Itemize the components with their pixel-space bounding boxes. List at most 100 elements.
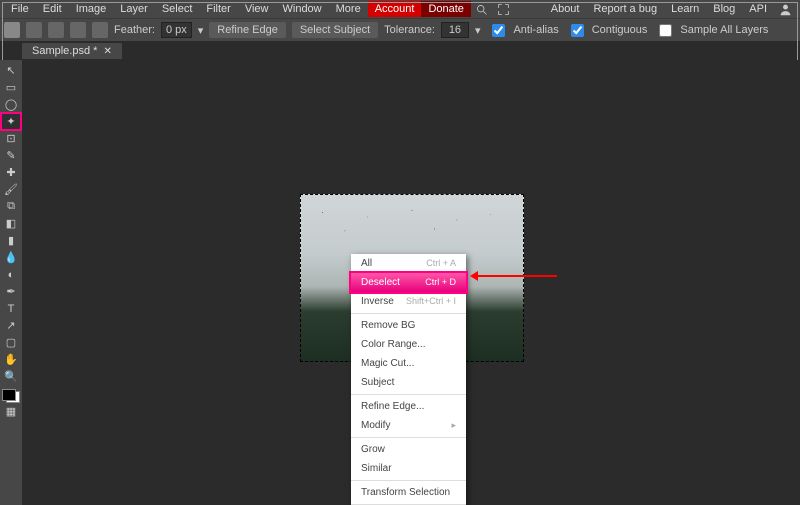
submenu-arrow-icon: ▸ [451,420,456,431]
feather-dropdown-icon[interactable]: ▾ [198,24,204,37]
link-blog[interactable]: Blog [706,1,742,17]
menu-shortcut: Ctrl + A [426,258,456,269]
tab-close-icon[interactable]: ✕ [103,46,111,57]
menu-filter[interactable]: Filter [199,1,237,17]
menu-item-label: Magic Cut... [361,358,414,369]
tool-blur[interactable]: 💧 [1,249,21,266]
tool-lasso[interactable]: ◯ [1,96,21,113]
feather-input[interactable]: 0 px [161,22,192,38]
opt-mode2-icon[interactable] [48,22,64,38]
menu-separator [351,313,466,314]
menu-view[interactable]: View [238,1,276,17]
opt-mode1-icon[interactable] [26,22,42,38]
ctx-subject[interactable]: Subject [351,373,466,392]
ctx-similar[interactable]: Similar [351,459,466,478]
sample-all-label: Sample All Layers [680,24,768,36]
tab-title: Sample.psd * [32,45,97,57]
menu-select[interactable]: Select [155,1,200,17]
tool-pen[interactable]: ✒ [1,283,21,300]
menu-shortcut: Shift+Ctrl + I [406,296,456,307]
link-about[interactable]: About [544,1,587,17]
menu-window[interactable]: Window [276,1,329,17]
tool-zoom[interactable]: 🔍 [1,368,21,385]
user-icon[interactable] [778,2,792,16]
tolerance-label: Tolerance: [384,24,435,36]
menu-donate[interactable]: Donate [421,1,470,17]
menu-item-label: Inverse [361,296,394,307]
tab-bar: Sample.psd * ✕ [0,41,800,61]
menu-item-label: Similar [361,463,392,474]
tool-dodge[interactable]: ◐ [1,266,21,283]
menu-image[interactable]: Image [69,1,114,17]
menu-shortcut: Ctrl + D [425,277,456,288]
feather-label: Feather: [114,24,155,36]
contiguous-checkbox[interactable] [571,24,584,37]
ctx-grow[interactable]: Grow [351,440,466,459]
menu-file[interactable]: File [4,1,36,17]
menu-separator [351,394,466,395]
ctx-remove-bg[interactable]: Remove BG [351,316,466,335]
context-menu: All Ctrl + A Deselect Ctrl + D Inverse Shift+… [351,254,466,505]
menu-item-label: Modify [361,420,390,431]
tool-rect[interactable]: ▢ [1,334,21,351]
menu-item-label: Subject [361,377,394,388]
ctx-inverse[interactable]: Inverse Shift+Ctrl + I [351,292,466,311]
menu-separator [351,480,466,481]
tool-clone[interactable]: ⧉ [1,198,21,215]
tool-path[interactable]: ↗ [1,317,21,334]
tool-brush[interactable]: 🖌 [1,181,21,198]
menu-item-label: Deselect [361,277,400,288]
tolerance-dropdown-icon[interactable]: ▾ [475,24,481,37]
ctx-deselect[interactable]: Deselect Ctrl + D [351,273,466,292]
menu-more[interactable]: More [329,1,368,17]
ctx-color-range-[interactable]: Color Range... [351,335,466,354]
color-swatch[interactable] [2,389,20,403]
menu-item-label: Grow [361,444,385,455]
ctx-all[interactable]: All Ctrl + A [351,254,466,273]
tool-magic-wand[interactable]: ✦ [1,113,21,130]
tool-gradient[interactable]: ▮ [1,232,21,249]
workspace: ↖▭◯✦⊡✎✚🖌⧉◧▮💧◐✒T↗▢✋🔍 ▦ All Ctrl + A Deselect… [0,60,800,505]
menu-item-label: Color Range... [361,339,425,350]
menu-separator [351,437,466,438]
link-api[interactable]: API [742,1,774,17]
opt-mode4-icon[interactable] [92,22,108,38]
menu-account[interactable]: Account [368,1,422,17]
tool-move[interactable]: ↖ [1,62,21,79]
thumbnail-icon[interactable]: ▦ [1,403,21,420]
menu-item-label: Remove BG [361,320,415,331]
tool-type[interactable]: T [1,300,21,317]
fullscreen-icon[interactable] [497,2,511,16]
ctx-transform-selection[interactable]: Transform Selection [351,483,466,502]
menu-edit[interactable]: Edit [36,1,69,17]
toolbox: ↖▭◯✦⊡✎✚🖌⧉◧▮💧◐✒T↗▢✋🔍 ▦ [0,60,22,505]
opt-wand-icon[interactable] [4,22,20,38]
tool-heal[interactable]: ✚ [1,164,21,181]
ctx-magic-cut-[interactable]: Magic Cut... [351,354,466,373]
tolerance-input[interactable]: 16 [441,22,469,38]
annotation-arrow [473,275,557,277]
menu-item-label: Transform Selection [361,487,450,498]
refine-edge-button[interactable]: Refine Edge [209,22,286,38]
search-icon[interactable] [475,2,489,16]
menu-item-label: Refine Edge... [361,401,424,412]
menu-layer[interactable]: Layer [113,1,155,17]
antialias-label: Anti-alias [513,24,558,36]
tool-rect-select[interactable]: ▭ [1,79,21,96]
opt-mode3-icon[interactable] [70,22,86,38]
menubar: File Edit Image Layer Select Filter View… [0,0,800,18]
contiguous-label: Contiguous [592,24,648,36]
sample-all-checkbox[interactable] [659,24,672,37]
tool-hand[interactable]: ✋ [1,351,21,368]
ctx-refine-edge-[interactable]: Refine Edge... [351,397,466,416]
antialias-checkbox[interactable] [492,24,505,37]
tool-crop[interactable]: ⊡ [1,130,21,147]
select-subject-button[interactable]: Select Subject [292,22,378,38]
tool-eyedropper[interactable]: ✎ [1,147,21,164]
link-learn[interactable]: Learn [664,1,706,17]
tool-eraser[interactable]: ◧ [1,215,21,232]
document-tab[interactable]: Sample.psd * ✕ [22,43,122,59]
menu-item-label: All [361,258,372,269]
link-report[interactable]: Report a bug [586,1,664,17]
ctx-modify[interactable]: Modify ▸ [351,416,466,435]
